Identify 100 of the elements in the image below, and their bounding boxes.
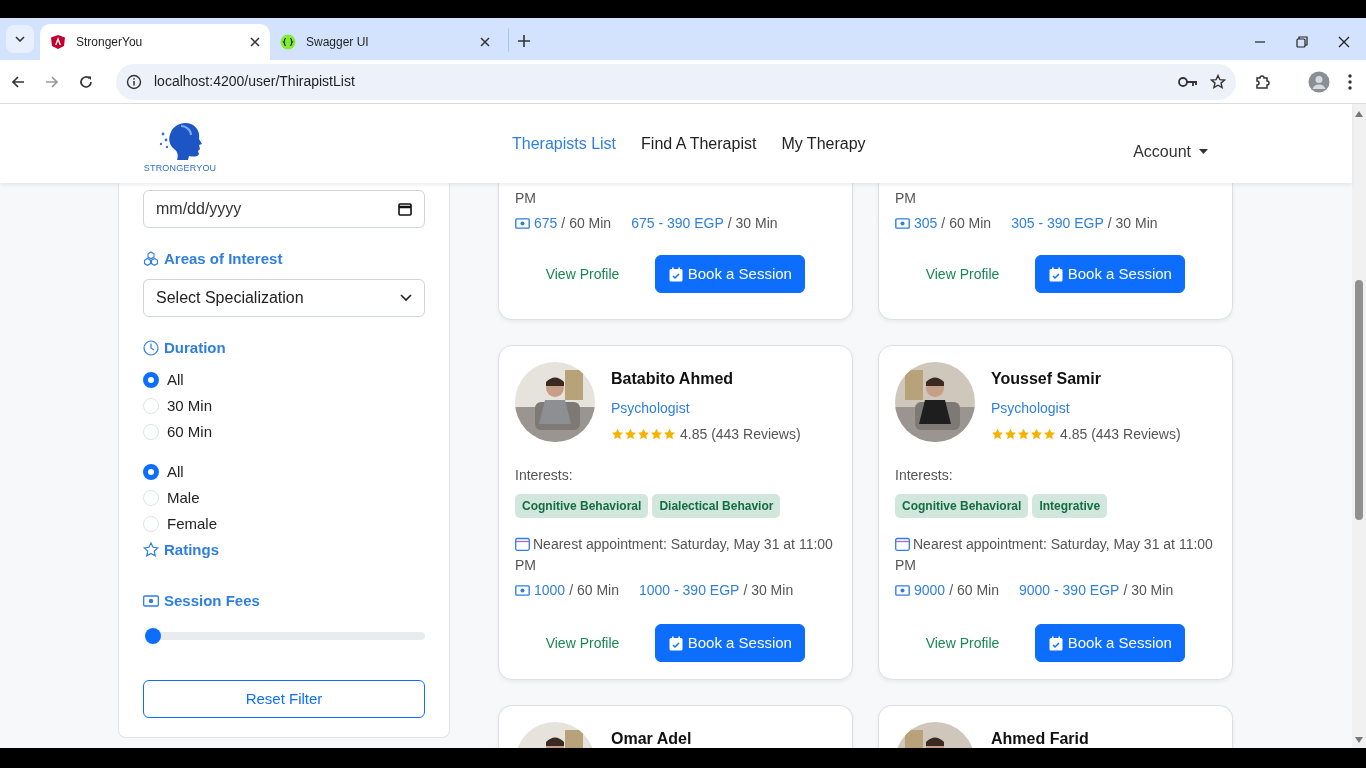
specialization-select[interactable]: Select Specialization — [143, 278, 425, 317]
radio-label: 60 Min — [167, 421, 213, 442]
restore-icon[interactable] — [1296, 36, 1308, 48]
shield-icon — [50, 34, 66, 50]
info-icon[interactable] — [126, 73, 142, 90]
book-session-button[interactable]: Book a Session — [655, 624, 806, 662]
fee-duration: / 60 Min — [941, 214, 992, 233]
star-icon — [1004, 428, 1017, 441]
back-icon[interactable] — [10, 73, 26, 90]
puzzle-icon[interactable] — [1254, 72, 1272, 91]
brand-name: STRONGERYOU — [143, 161, 217, 175]
cash-icon — [143, 594, 159, 607]
fee-amount: 305 - 390 EGP — [1011, 214, 1104, 233]
star-icon — [650, 428, 663, 441]
fee-duration: / 30 Min — [743, 581, 794, 600]
fee-duration: / 30 Min — [1123, 581, 1174, 600]
filter-heading: Session Fees — [164, 590, 260, 611]
browser-tab[interactable]: Swagger UI — [270, 24, 500, 60]
appointment-text: Nearest appointment: Saturday, May 31 at 11:00 PM — [895, 535, 1214, 575]
view-profile-link[interactable]: View Profile — [925, 632, 1000, 654]
book-session-button[interactable]: Book a Session — [655, 255, 806, 293]
interest-tag: Cognitive Behavioral — [515, 494, 649, 518]
view-profile-link[interactable]: View Profile — [925, 263, 1000, 285]
specialty-text: Psychologist — [991, 399, 1071, 418]
clock-icon — [143, 339, 159, 356]
therapist-name: Batabito Ahmed — [611, 369, 735, 389]
cash-icon — [515, 218, 530, 229]
calendar-check-icon — [668, 266, 683, 282]
fee-duration: / 60 Min — [561, 214, 612, 233]
date-input[interactable]: mm/dd/yyyy — [143, 190, 425, 228]
star-icon — [143, 542, 159, 559]
star-icon — [624, 428, 637, 441]
cash-icon — [895, 218, 910, 229]
fee-amount: 9000 — [914, 581, 946, 600]
radio-button[interactable] — [143, 372, 159, 388]
view-profile-link[interactable]: View Profile — [545, 263, 620, 285]
close-icon[interactable] — [250, 37, 260, 47]
appointment-text: PM — [895, 189, 917, 208]
star-icon — [611, 428, 624, 441]
interest-tag: Integrative — [1032, 494, 1108, 518]
tab-list-button[interactable] — [6, 25, 34, 53]
reload-icon[interactable] — [78, 73, 94, 90]
cubes-icon — [143, 251, 159, 268]
star-icon — [991, 428, 1004, 441]
more-menu-icon[interactable] — [1348, 73, 1352, 90]
star-icon — [1030, 428, 1043, 441]
scroll-up-icon[interactable] — [1354, 110, 1364, 118]
chevron-down-icon — [400, 293, 412, 302]
close-icon[interactable] — [1338, 36, 1350, 48]
appointment-text: Nearest appointment: Saturday, May 31 at 11:00 PM — [515, 535, 834, 575]
fee-amount: 9000 - 390 EGP — [1018, 581, 1120, 600]
scrollbar[interactable] — [1352, 104, 1366, 748]
calendar-icon — [895, 537, 910, 551]
star-icon — [1043, 428, 1056, 441]
radio-label: Male — [167, 487, 200, 508]
fee-duration: / 60 Min — [949, 581, 999, 600]
star-icon[interactable] — [1210, 73, 1226, 90]
key-icon[interactable] — [1178, 75, 1198, 88]
book-session-button[interactable]: Book a Session — [1035, 624, 1186, 662]
close-icon[interactable] — [480, 37, 490, 47]
fee-amount: 675 - 390 EGP — [631, 214, 724, 233]
book-session-button[interactable]: Book a Session — [1035, 255, 1186, 293]
reset-filter-button[interactable]: Reset Filter — [143, 680, 425, 718]
interest-tag: Cognitive Behavioral — [895, 494, 1029, 518]
new-tab-icon[interactable] — [517, 33, 531, 48]
fee-amount: 1000 - 390 EGP — [638, 581, 740, 600]
therapist-name: Youssef Samir — [991, 369, 1102, 389]
radio-button[interactable] — [143, 464, 159, 480]
specialty-text: Psychologist — [611, 399, 691, 418]
rating-text: 4.85 (443 Reviews) — [680, 425, 801, 444]
browser-tab[interactable]: StrongerYou — [40, 24, 270, 60]
nav-link[interactable]: Find A Therapist — [641, 131, 757, 156]
calendar-icon — [515, 537, 530, 551]
address-bar[interactable]: localhost:4200/user/ThirapistList — [116, 63, 1236, 100]
nav-link[interactable]: My Therapy — [781, 131, 866, 156]
therapist-name: Omar Adel — [611, 729, 692, 748]
view-profile-link[interactable]: View Profile — [545, 632, 620, 654]
cash-icon — [515, 585, 530, 596]
fee-duration: / 60 Min — [569, 581, 619, 600]
calendar-check-icon — [1048, 266, 1063, 282]
braces-icon — [280, 34, 296, 50]
nav-link[interactable]: Therapists List — [512, 131, 617, 156]
calendar-check-icon — [668, 635, 683, 651]
account-dropdown[interactable]: Account — [1133, 139, 1208, 164]
star-icon — [1017, 428, 1030, 441]
forward-icon[interactable] — [44, 73, 60, 90]
scroll-down-icon[interactable] — [1354, 736, 1364, 744]
calendar-icon[interactable] — [398, 202, 412, 216]
slider-thumb[interactable] — [145, 628, 161, 644]
filter-heading: Ratings — [164, 540, 219, 560]
interests-label: Interests: — [515, 466, 574, 485]
radio-label: 30 Min — [167, 395, 213, 416]
fee-amount: 675 — [534, 214, 558, 233]
rating-text: 4.85 (443 Reviews) — [1060, 425, 1181, 444]
interest-tag: Dialectical Behavior — [652, 494, 781, 518]
caret-icon — [15, 36, 25, 42]
scrollbar-thumb[interactable] — [1355, 280, 1363, 520]
star-icon — [663, 428, 676, 441]
interests-label: Interests: — [895, 466, 954, 485]
profile-avatar-icon[interactable] — [1308, 70, 1330, 93]
